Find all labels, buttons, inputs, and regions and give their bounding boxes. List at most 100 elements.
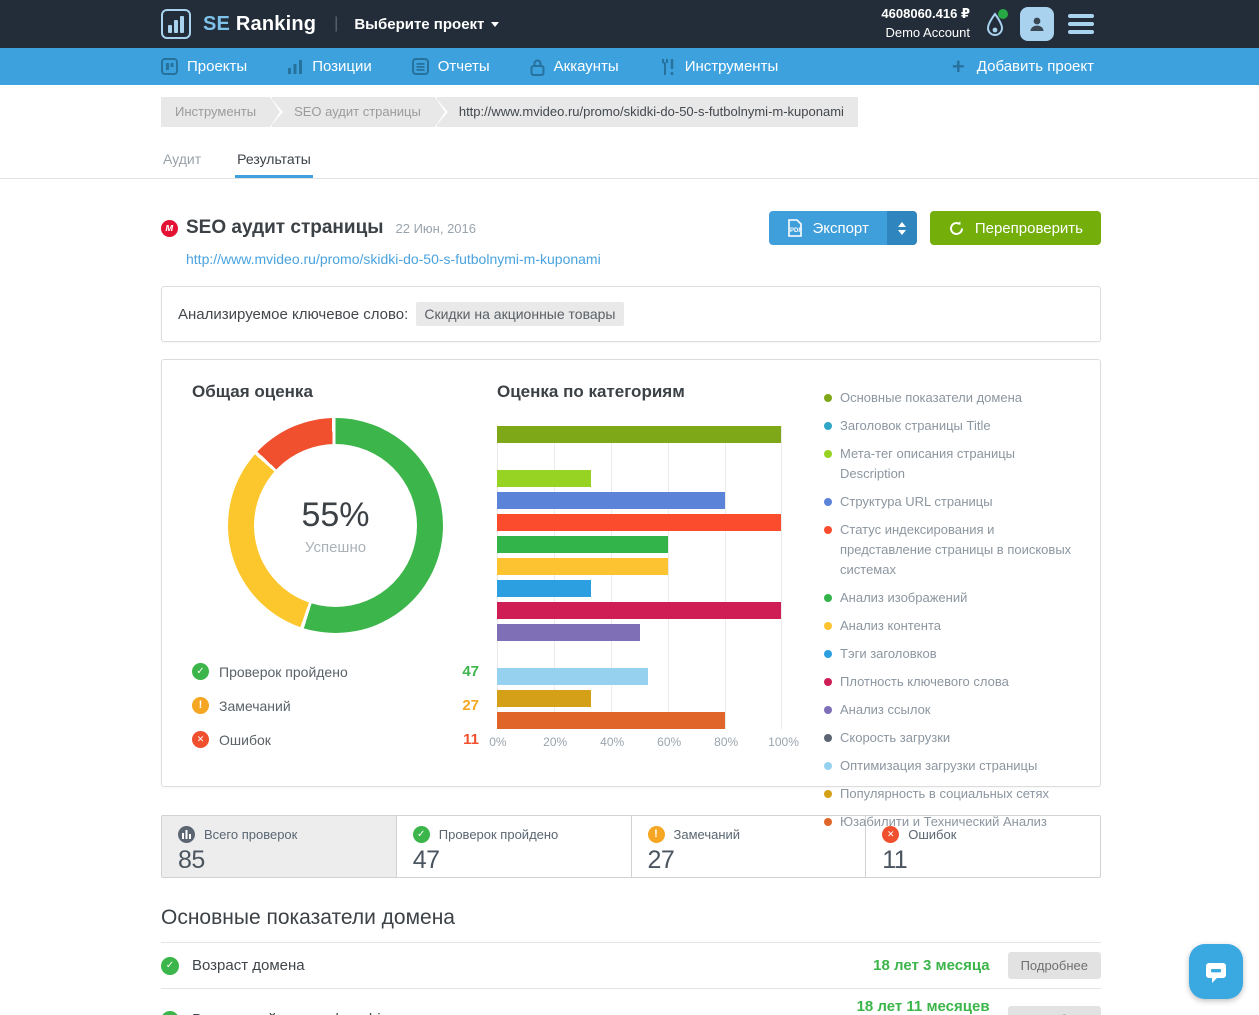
- category-bar: [497, 668, 649, 685]
- category-bar: [497, 580, 592, 597]
- legend-dot-icon: [824, 422, 832, 430]
- score-card: Общая оценка 55% Успешно Проверок пройде…: [161, 359, 1101, 829]
- nav-label: Инструменты: [684, 58, 779, 75]
- chat-widget-button[interactable]: [1189, 944, 1243, 999]
- details-button[interactable]: Подробнее: [1007, 952, 1101, 979]
- legend-item: Анализ контента: [824, 616, 1082, 636]
- svg-text:PDF: PDF: [790, 228, 802, 234]
- legend-dot-icon: [824, 498, 832, 506]
- bar-row: [497, 536, 782, 553]
- metric-value: 18 лет 11 месяцев: [856, 998, 990, 1015]
- keyword-card: Анализируемое ключевое слово: Скидки на …: [161, 286, 1101, 342]
- brand-title: SE Ranking: [203, 13, 316, 36]
- details-button[interactable]: Подробнее: [1007, 1006, 1101, 1015]
- bar-row: [497, 426, 782, 443]
- tab-audit[interactable]: Аудит: [161, 143, 203, 178]
- legend-label: Анализ контента: [840, 618, 941, 633]
- nav-label: Отчеты: [437, 58, 490, 75]
- categories-bar-chart: [497, 426, 782, 729]
- breadcrumb: Инструменты SEO аудит страницы http://ww…: [161, 97, 1101, 127]
- legend-item: Тэги заголовков: [824, 644, 1082, 664]
- audit-date: 22 Июн, 2016: [395, 220, 477, 236]
- category-bar: [497, 426, 782, 443]
- recheck-button[interactable]: Перепроверить: [929, 211, 1101, 245]
- category-bar: [497, 470, 592, 487]
- legend-label: Плотность ключевого слова: [840, 674, 1009, 689]
- se-ranking-logo-icon: [161, 9, 191, 39]
- legend-label: Тэги заголовков: [840, 646, 937, 661]
- nav-item-positions[interactable]: Позиции: [287, 58, 372, 75]
- reports-icon: [411, 58, 429, 75]
- total-icon: [178, 826, 195, 843]
- export-split-button: PDF Экспорт: [769, 211, 917, 245]
- axis-tick-label: 40%: [600, 735, 625, 749]
- stat-success: Проверок пройдено 47: [192, 663, 479, 680]
- legend-item: Оптимизация загрузки страницы: [824, 756, 1082, 776]
- bar-row: [497, 580, 782, 597]
- add-project-label: Добавить проект: [976, 58, 1094, 75]
- category-bar: [497, 690, 592, 707]
- legend-dot-icon: [824, 394, 832, 402]
- top-right-group: 4608060.416 ₽ Demo Account: [881, 5, 1094, 43]
- stat-error: Ошибок 11: [192, 731, 479, 748]
- divider: |: [334, 15, 339, 32]
- domain-metrics-list: Возраст домена 18 лет 3 месяца Подробнее…: [161, 942, 1101, 1015]
- nav-item-reports[interactable]: Отчеты: [411, 58, 490, 75]
- export-button[interactable]: PDF Экспорт: [769, 211, 887, 245]
- avatar[interactable]: [1020, 7, 1054, 41]
- bar-row: [497, 470, 782, 487]
- stat-label: Ошибок: [219, 731, 271, 748]
- metric-label: Возраст сайта по web.archive.org: [192, 1011, 422, 1015]
- score-percent: 55%: [301, 495, 370, 534]
- legend-label: Юзабилити и Технический Анализ: [840, 814, 1047, 829]
- bar-row: [497, 712, 782, 729]
- breadcrumb-url[interactable]: http://www.mvideo.ru/promo/skidki-do-50-…: [436, 97, 858, 127]
- tabs-bar: Аудит Результаты: [0, 143, 1259, 179]
- score-stats: Проверок пройдено 47 Замечаний 27 Ошибок…: [192, 663, 479, 748]
- legend-label: Анализ изображений: [840, 590, 968, 605]
- nav-label: Позиции: [312, 58, 372, 75]
- nav-item-accounts[interactable]: Аккаунты: [530, 58, 619, 76]
- summary-card-total[interactable]: Всего проверок 85: [162, 816, 397, 877]
- pdf-icon: PDF: [788, 219, 803, 237]
- tab-results[interactable]: Результаты: [235, 143, 313, 178]
- warning-icon: [647, 826, 665, 843]
- bar-row: [497, 624, 782, 641]
- chat-icon: [1206, 962, 1226, 983]
- axis-tick-label: 60%: [657, 735, 682, 749]
- summary-card-success[interactable]: Проверок пройдено 47: [397, 816, 632, 877]
- audited-url-link[interactable]: http://www.mvideo.ru/promo/skidki-do-50-…: [186, 251, 601, 267]
- category-bar: [497, 514, 782, 531]
- category-bar: [497, 558, 668, 575]
- notifications-icon[interactable]: [984, 9, 1008, 37]
- category-bar: [497, 712, 725, 729]
- export-options-button[interactable]: [886, 211, 917, 245]
- axis-tick-label: 0%: [489, 735, 507, 749]
- bar-row: [497, 448, 782, 465]
- breadcrumb-tools[interactable]: Инструменты: [161, 97, 284, 127]
- project-selector[interactable]: Выберите проект: [354, 16, 499, 33]
- success-icon: [412, 826, 430, 843]
- add-project-button[interactable]: + Добавить проект: [952, 55, 1094, 78]
- stat-warning: Замечаний 27: [192, 697, 479, 714]
- section-title: Основные показатели домена: [161, 906, 455, 929]
- nav-item-tools[interactable]: Инструменты: [659, 58, 779, 76]
- legend-item: Анализ ссылок: [824, 700, 1082, 720]
- stat-value: 27: [462, 697, 479, 714]
- lock-icon: [530, 59, 545, 76]
- stat-value: 11: [463, 731, 479, 748]
- warning-icon: [192, 697, 209, 714]
- legend-dot-icon: [824, 622, 832, 630]
- legend-item: Скорость загрузки: [824, 728, 1082, 748]
- breadcrumb-seo-audit[interactable]: SEO аудит страницы: [272, 97, 448, 127]
- nav-item-projects[interactable]: Проекты: [161, 58, 247, 75]
- recheck-label: Перепроверить: [974, 219, 1083, 237]
- bar-row: [497, 514, 782, 531]
- positions-icon: [288, 59, 303, 74]
- menu-icon[interactable]: [1068, 14, 1094, 34]
- category-bar: [497, 624, 640, 641]
- legend-dot-icon: [824, 526, 832, 534]
- legend-label: Анализ ссылок: [840, 702, 931, 717]
- keyword-chip: Скидки на акционные товары: [416, 302, 624, 326]
- legend-dot-icon: [824, 762, 832, 770]
